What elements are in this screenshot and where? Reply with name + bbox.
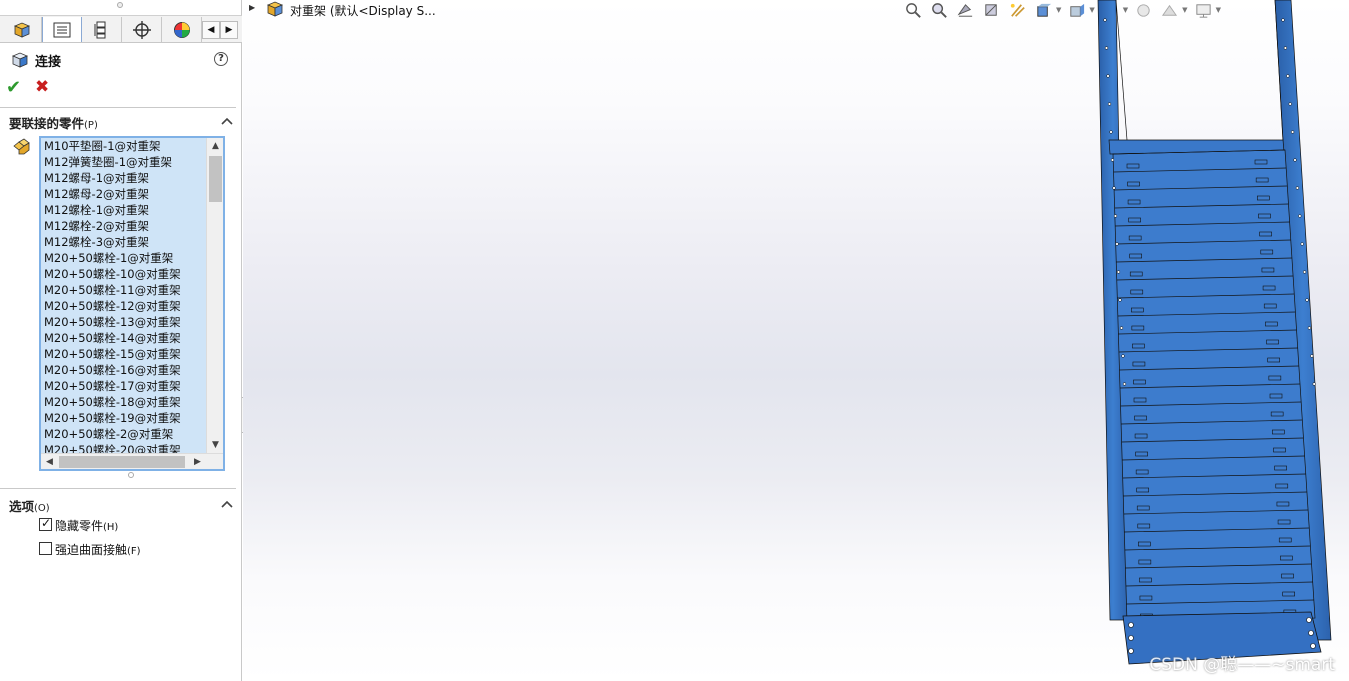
list-item[interactable]: M10平垫圈-1@对重架 [41, 138, 223, 154]
divider [0, 107, 236, 108]
vertical-scroll-thumb[interactable] [209, 156, 222, 202]
mate-connect-icon [11, 52, 29, 68]
scroll-up-arrow-icon[interactable]: ▲ [207, 138, 223, 154]
force-surface-contact-checkbox[interactable] [39, 542, 52, 555]
list-item[interactable]: M20+50螺栓-11@对重架 [41, 282, 223, 298]
expand-arrow-icon[interactable]: ▶ [249, 3, 255, 12]
configurationmanager-icon [94, 21, 105, 38]
zoom-to-fit-icon[interactable] [903, 1, 924, 20]
tab-scroll-arrows: ◀ ▶ [202, 21, 238, 39]
list-item[interactable]: M12螺栓-3@对重架 [41, 234, 223, 250]
help-icon[interactable]: ? [214, 52, 228, 66]
counterweight-frame-model[interactable] [1083, 0, 1349, 681]
list-item[interactable]: M20+50螺栓-16@对重架 [41, 362, 223, 378]
list-item[interactable]: M20+50螺栓-19@对重架 [41, 410, 223, 426]
manager-tab-strip: ◀ ▶ [0, 15, 242, 43]
tab-display-manager[interactable] [162, 17, 202, 42]
list-rows: M10平垫圈-1@对重架 M12弹簧垫圈-1@对重架 M12螺母-1@对重架 M12螺… [41, 138, 223, 458]
list-resize-grip-icon[interactable] [128, 472, 134, 478]
csdn-watermark: CSDN @聪——~smart [1149, 655, 1335, 675]
view-orientation-icon[interactable] [1033, 1, 1054, 20]
ok-button[interactable]: ✔ [6, 77, 21, 98]
propertymanager-icon [53, 22, 71, 37]
hide-parts-checkbox[interactable] [39, 516, 52, 531]
list-item[interactable]: M20+50螺栓-18@对重架 [41, 394, 223, 410]
graphics-area[interactable]: ▶ 对重架 (默认<Display S... ▼ ▼ ▼ ▼ ▼ CSDN @聪… [243, 0, 1349, 681]
horizontal-scrollbar[interactable]: ◀ ▶ [41, 453, 223, 469]
assembly-icon [266, 1, 284, 17]
component-icon [13, 138, 30, 155]
list-item[interactable]: M20+50螺栓-14@对重架 [41, 330, 223, 346]
tab-featuremanager[interactable] [2, 17, 42, 42]
scroll-left-arrow-icon[interactable]: ◀ [41, 454, 58, 469]
display-manager-icon [173, 21, 190, 38]
parts-section-title[interactable]: 要联接的零件(P) [9, 113, 98, 132]
chevron-right-icon[interactable]: ▶ [220, 21, 238, 39]
list-item[interactable]: M20+50螺栓-13@对重架 [41, 314, 223, 330]
tab-configurationmanager[interactable] [82, 17, 122, 42]
vertical-scrollbar[interactable]: ▲ ▼ [206, 138, 223, 453]
force-surface-contact-label[interactable]: 强迫曲面接触(F) [55, 541, 141, 558]
page-title: 连接 [35, 55, 62, 70]
dimxpert-icon [132, 20, 151, 39]
section-view-icon[interactable] [981, 1, 1002, 20]
dropdown-arrow-icon[interactable]: ▼ [1056, 6, 1061, 14]
list-item[interactable]: M20+50螺栓-10@对重架 [41, 266, 223, 282]
property-manager-panel: ◀ ▶ 连接 ? ✔ ✖ 要联接的零件(P) M10平垫圈-1@对重架 M12弹簧… [0, 0, 242, 681]
parts-to-join-list[interactable]: M10平垫圈-1@对重架 M12弹簧垫圈-1@对重架 M12螺母-1@对重架 M12螺… [39, 136, 225, 471]
chevron-up-icon[interactable] [221, 499, 233, 509]
list-item[interactable]: M20+50螺栓-17@对重架 [41, 378, 223, 394]
options-section-title[interactable]: 选项(O) [9, 496, 50, 515]
hide-parts-label[interactable]: 隐藏零件(H) [55, 517, 118, 534]
scroll-right-arrow-icon[interactable]: ▶ [189, 454, 206, 469]
list-item[interactable]: M12螺母-2@对重架 [41, 186, 223, 202]
model-title[interactable]: 对重架 (默认<Display S... [290, 2, 436, 19]
cancel-button[interactable]: ✖ [35, 77, 49, 97]
list-item[interactable]: M20+50螺栓-15@对重架 [41, 346, 223, 362]
tab-dimxpert[interactable] [122, 17, 162, 42]
featuremanager-icon [13, 22, 30, 38]
list-item[interactable]: M12螺栓-1@对重架 [41, 202, 223, 218]
dynamic-annotation-icon[interactable] [1007, 1, 1028, 20]
scroll-down-arrow-icon[interactable]: ▼ [207, 437, 223, 453]
list-item[interactable]: M20+50螺栓-1@对重架 [41, 250, 223, 266]
divider [0, 488, 236, 489]
tab-propertymanager[interactable] [42, 17, 82, 42]
chevron-left-icon[interactable]: ◀ [202, 21, 220, 39]
list-item[interactable]: M12弹簧垫圈-1@对重架 [41, 154, 223, 170]
list-item[interactable]: M20+50螺栓-12@对重架 [41, 298, 223, 314]
pm-header: 连接 ? ✔ ✖ [0, 46, 242, 106]
previous-view-icon[interactable] [955, 1, 976, 20]
zoom-to-area-icon[interactable] [929, 1, 950, 20]
chevron-up-icon[interactable] [221, 116, 233, 126]
list-item[interactable]: M20+50螺栓-2@对重架 [41, 426, 223, 442]
panel-grip-icon[interactable] [117, 2, 123, 8]
list-item[interactable]: M12螺栓-2@对重架 [41, 218, 223, 234]
list-item[interactable]: M12螺母-1@对重架 [41, 170, 223, 186]
horizontal-scroll-thumb[interactable] [59, 456, 185, 468]
